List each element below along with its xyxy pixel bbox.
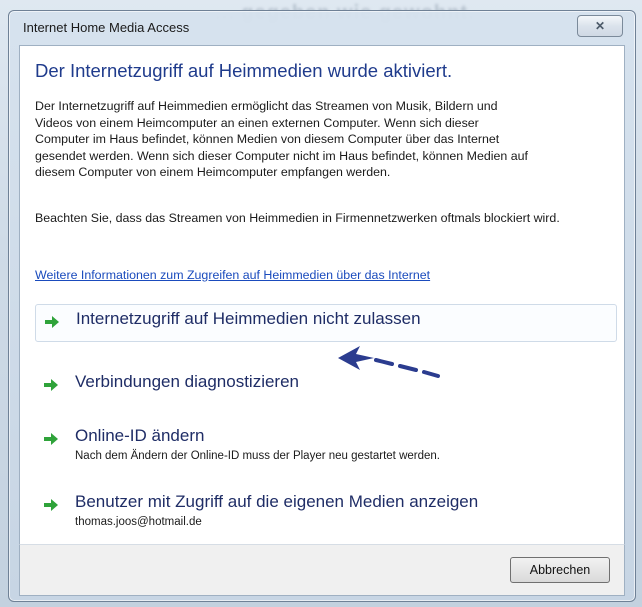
main-heading: Der Internetzugriff auf Heimmedien wurde…: [35, 60, 453, 81]
window-title: Internet Home Media Access: [23, 20, 190, 35]
option-subtitle: thomas.joos@hotmail.de: [75, 516, 202, 528]
title-bar[interactable]: Internet Home Media Access ✕: [9, 11, 635, 45]
option-diagnose-connections[interactable]: Verbindungen diagnostizieren: [35, 368, 615, 404]
option-subtitle: Nach dem Ändern der Online-ID muss der P…: [75, 450, 440, 462]
green-arrow-icon: [44, 379, 58, 391]
option-change-online-id[interactable]: Online-ID ändern Nach dem Ändern der Onl…: [35, 422, 615, 474]
close-icon: ✕: [594, 19, 606, 33]
option-disallow-access[interactable]: Internetzugriff auf Heimmedien nicht zul…: [35, 304, 617, 342]
option-title: Verbindungen diagnostizieren: [75, 372, 300, 391]
option-title: Benutzer mit Zugriff auf die eigenen Med…: [75, 492, 479, 511]
cancel-button[interactable]: Abbrechen: [510, 557, 610, 583]
option-title: Internetzugriff auf Heimmedien nicht zul…: [76, 309, 421, 328]
option-title: Online-ID ändern: [75, 426, 205, 445]
option-show-media-users[interactable]: Benutzer mit Zugriff auf die eigenen Med…: [35, 488, 615, 540]
more-info-link[interactable]: Weitere Informationen zum Zugreifen auf …: [35, 268, 430, 282]
description-text: Der Internetzugriff auf Heimmedien ermög…: [35, 99, 528, 179]
dialog-footer: Abbrechen: [19, 544, 625, 596]
dialog-window: Internet Home Media Access ✕ Der Interne…: [8, 10, 636, 602]
pointer-arrow-icon: [338, 346, 440, 378]
green-arrow-icon: [44, 433, 58, 445]
dialog-content: Der Internetzugriff auf Heimmedien wurde…: [19, 45, 625, 545]
close-button[interactable]: ✕: [577, 15, 623, 37]
green-arrow-icon: [45, 316, 59, 328]
note-text: Beachten Sie, dass das Streamen von Heim…: [35, 211, 560, 225]
green-arrow-icon: [44, 499, 58, 511]
